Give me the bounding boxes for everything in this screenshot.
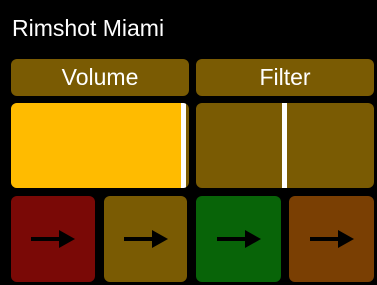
filter-label: Filter [196,59,374,96]
right-arrow-icon [31,230,75,248]
filter-label-text: Filter [259,64,311,90]
pad-4-button[interactable] [289,196,374,282]
volume-slider-fill [11,103,184,188]
pad-3-button[interactable] [196,196,281,282]
filter-slider-handle[interactable] [282,103,287,188]
right-arrow-icon [123,230,168,248]
pad-2-button[interactable] [104,196,187,282]
pad-1-button[interactable] [11,196,95,282]
app-title: Rimshot Miami [12,15,165,41]
volume-slider[interactable] [11,103,189,188]
volume-slider-handle[interactable] [180,103,186,188]
right-arrow-icon [216,230,261,248]
volume-label: Volume [11,59,189,96]
volume-label-text: Volume [61,64,139,90]
right-arrow-icon [309,230,354,248]
filter-slider[interactable] [196,103,374,188]
